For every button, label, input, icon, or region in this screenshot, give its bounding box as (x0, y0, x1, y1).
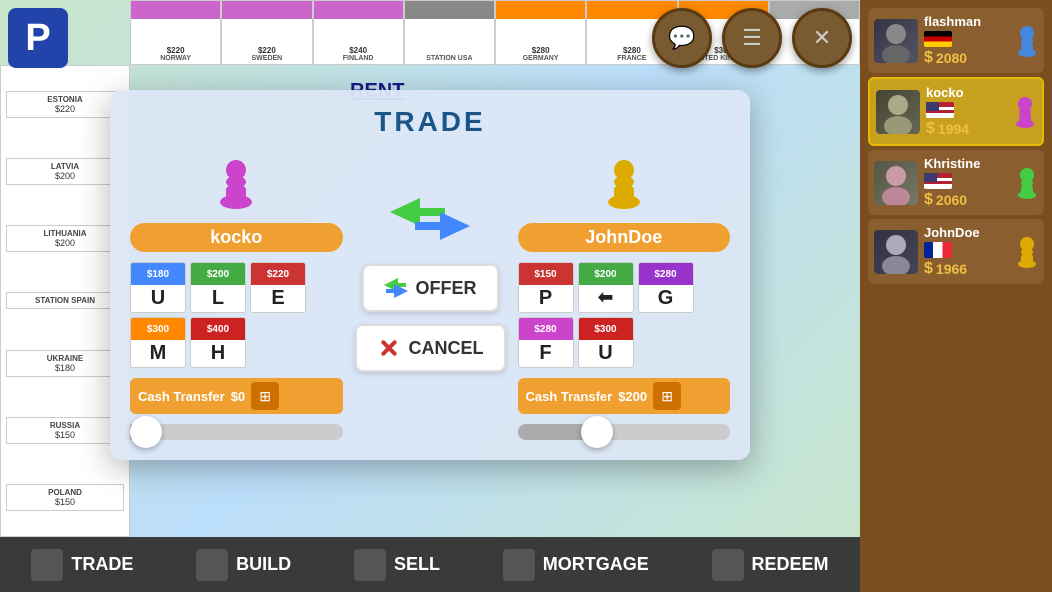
kocko-card-m[interactable]: $300 M (130, 317, 186, 368)
player-card-khristine: Khristine $ 2060 (868, 150, 1044, 215)
johndoe-trade-section: JohnDoe $150 P $200 ⬅ $280 G (518, 154, 731, 440)
modal-overlay: TRADE kocko (0, 0, 860, 592)
flashman-flag (924, 31, 952, 47)
cancel-button[interactable]: CANCEL (355, 324, 506, 372)
kocko-cards: $180 U $200 L $220 E $300 (130, 262, 343, 368)
game-board: $220 NORWAY $220 SWEDEN $240 FINLAND STA… (0, 0, 860, 592)
johndoe-card-arrow[interactable]: $200 ⬅ (578, 262, 634, 313)
flashman-avatar (874, 19, 918, 63)
kocko-pawn-sidebar-icon (1014, 96, 1036, 128)
kocko-avatar (876, 90, 920, 134)
kocko-card-e[interactable]: $220 E (250, 262, 306, 313)
kocko-slider[interactable] (130, 424, 343, 440)
kocko-cash-transfer: Cash Transfer $0 ⊞ (130, 378, 343, 414)
kocko-pawn-display (130, 154, 343, 209)
kocko-sidebar-info: kocko $ 1994 (926, 85, 1008, 138)
top-action-buttons: 💬 ☰ ✕ (652, 8, 852, 68)
player-card-johndoe: JohnDoe $ 1966 (868, 219, 1044, 284)
johndoe-sidebar-info: JohnDoe $ 1966 (924, 225, 1010, 278)
kocko-card-l[interactable]: $200 L (190, 262, 246, 313)
cancel-x-icon (377, 336, 401, 360)
flashman-name: flashman (924, 14, 1010, 29)
johndoe-avatar (874, 230, 918, 274)
trade-arrows-icon (390, 194, 470, 244)
kocko-trade-section: kocko $180 U $200 L $220 E (130, 154, 343, 440)
chat-button[interactable]: 💬 (652, 8, 712, 68)
khristine-name: Khristine (924, 156, 1010, 171)
kocko-sidebar-name: kocko (926, 85, 1008, 100)
offer-arrows-icon (384, 276, 408, 300)
johndoe-pawn-sidebar-icon (1016, 236, 1038, 268)
players-sidebar: flashman $ 2080 kocko $ 1994 (860, 0, 1052, 592)
johndoe-flag (924, 242, 952, 258)
menu-button[interactable]: ☰ (722, 8, 782, 68)
johndoe-sidebar-money: $ 1966 (924, 260, 1010, 278)
kocko-label: kocko (130, 223, 343, 252)
player-card-kocko: kocko $ 1994 (868, 77, 1044, 146)
khristine-avatar (874, 161, 918, 205)
khristine-info: Khristine $ 2060 (924, 156, 1010, 209)
kocko-pawn-icon (216, 154, 256, 209)
modal-title: TRADE (130, 106, 730, 138)
johndoe-calc-button[interactable]: ⊞ (653, 382, 681, 410)
johndoe-cards: $150 P $200 ⬅ $280 G $280 (518, 262, 731, 368)
kocko-calc-button[interactable]: ⊞ (251, 382, 279, 410)
khristine-money: $ 2060 (924, 191, 1010, 209)
flashman-info: flashman $ 2080 (924, 14, 1010, 67)
kocko-card-u[interactable]: $180 U (130, 262, 186, 313)
johndoe-label: JohnDoe (518, 223, 731, 252)
modal-content: kocko $180 U $200 L $220 E (130, 154, 730, 440)
johndoe-card-f[interactable]: $280 F (518, 317, 574, 368)
khristine-flag (924, 173, 952, 189)
khristine-pawn-icon (1016, 167, 1038, 199)
chat-icon: 💬 (668, 25, 695, 51)
kocko-sidebar-money: $ 1994 (926, 120, 1008, 138)
trade-modal: TRADE kocko (110, 90, 750, 460)
kocko-card-h[interactable]: $400 H (190, 317, 246, 368)
johndoe-sidebar-name: JohnDoe (924, 225, 1010, 240)
flashman-pawn-icon (1016, 25, 1038, 57)
kocko-flag (926, 102, 954, 118)
johndoe-pawn-display (518, 154, 731, 209)
offer-button[interactable]: OFFER (362, 264, 499, 312)
center-action-area: OFFER CANCEL (355, 154, 506, 372)
johndoe-pawn-icon (604, 154, 644, 209)
johndoe-card-u[interactable]: $300 U (578, 317, 634, 368)
close-icon: ✕ (813, 25, 831, 51)
trade-arrows (390, 194, 470, 244)
flashman-money: $ 2080 (924, 49, 1010, 67)
johndoe-card-g[interactable]: $280 G (638, 262, 694, 313)
menu-icon: ☰ (742, 25, 762, 51)
johndoe-slider[interactable] (518, 424, 731, 440)
player-card-flashman: flashman $ 2080 (868, 8, 1044, 73)
johndoe-card-p[interactable]: $150 P (518, 262, 574, 313)
johndoe-cash-transfer: Cash Transfer $200 ⊞ (518, 378, 731, 414)
close-button[interactable]: ✕ (792, 8, 852, 68)
